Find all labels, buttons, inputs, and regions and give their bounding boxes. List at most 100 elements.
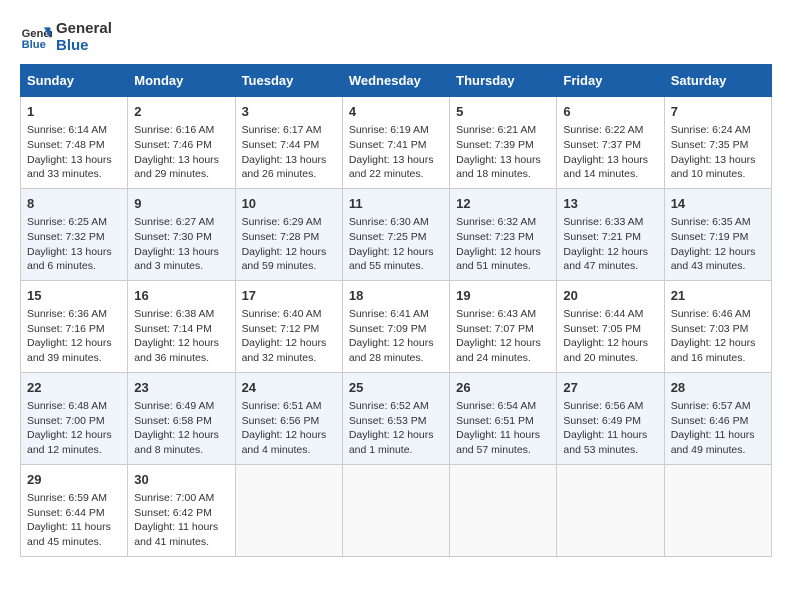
sunset-text: Sunset: 7:37 PM — [563, 139, 641, 151]
daylight-label: Daylight: 12 hours and 39 minutes. — [27, 337, 112, 364]
daylight-label: Daylight: 12 hours and 16 minutes. — [671, 337, 756, 364]
day-number: 28 — [671, 379, 765, 397]
daylight-label: Daylight: 11 hours and 41 minutes. — [134, 521, 218, 548]
daylight-label: Daylight: 12 hours and 43 minutes. — [671, 246, 756, 273]
calendar-cell: 10Sunrise: 6:29 AMSunset: 7:28 PMDayligh… — [235, 188, 342, 280]
day-header-wednesday: Wednesday — [342, 65, 449, 97]
daylight-label: Daylight: 11 hours and 45 minutes. — [27, 521, 111, 548]
calendar-cell — [235, 464, 342, 556]
calendar-cell: 15Sunrise: 6:36 AMSunset: 7:16 PMDayligh… — [21, 280, 128, 372]
sunset-text: Sunset: 6:51 PM — [456, 415, 534, 427]
calendar-cell: 2Sunrise: 6:16 AMSunset: 7:46 PMDaylight… — [128, 97, 235, 189]
calendar-cell: 29Sunrise: 6:59 AMSunset: 6:44 PMDayligh… — [21, 464, 128, 556]
day-number: 10 — [242, 195, 336, 213]
sunrise-text: Sunrise: 6:38 AM — [134, 308, 214, 320]
calendar-cell: 6Sunrise: 6:22 AMSunset: 7:37 PMDaylight… — [557, 97, 664, 189]
calendar-cell — [450, 464, 557, 556]
calendar-cell: 3Sunrise: 6:17 AMSunset: 7:44 PMDaylight… — [235, 97, 342, 189]
day-number: 2 — [134, 103, 228, 121]
sunrise-text: Sunrise: 6:54 AM — [456, 400, 536, 412]
sunrise-text: Sunrise: 6:30 AM — [349, 216, 429, 228]
calendar-cell: 11Sunrise: 6:30 AMSunset: 7:25 PMDayligh… — [342, 188, 449, 280]
calendar-table: SundayMondayTuesdayWednesdayThursdayFrid… — [20, 64, 772, 557]
calendar-cell: 30Sunrise: 7:00 AMSunset: 6:42 PMDayligh… — [128, 464, 235, 556]
day-header-saturday: Saturday — [664, 65, 771, 97]
daylight-label: Daylight: 12 hours and 36 minutes. — [134, 337, 219, 364]
sunset-text: Sunset: 7:41 PM — [349, 139, 427, 151]
calendar-cell: 19Sunrise: 6:43 AMSunset: 7:07 PMDayligh… — [450, 280, 557, 372]
daylight-label: Daylight: 13 hours and 6 minutes. — [27, 246, 112, 273]
day-number: 27 — [563, 379, 657, 397]
sunrise-text: Sunrise: 6:14 AM — [27, 124, 107, 136]
day-number: 26 — [456, 379, 550, 397]
daylight-label: Daylight: 12 hours and 8 minutes. — [134, 429, 219, 456]
sunrise-text: Sunrise: 6:27 AM — [134, 216, 214, 228]
sunset-text: Sunset: 7:07 PM — [456, 323, 534, 335]
sunset-text: Sunset: 6:49 PM — [563, 415, 641, 427]
sunset-text: Sunset: 7:21 PM — [563, 231, 641, 243]
day-number: 8 — [27, 195, 121, 213]
calendar-cell: 26Sunrise: 6:54 AMSunset: 6:51 PMDayligh… — [450, 372, 557, 464]
sunset-text: Sunset: 7:12 PM — [242, 323, 320, 335]
day-header-sunday: Sunday — [21, 65, 128, 97]
sunrise-text: Sunrise: 6:22 AM — [563, 124, 643, 136]
sunrise-text: Sunrise: 7:00 AM — [134, 492, 214, 504]
daylight-label: Daylight: 12 hours and 20 minutes. — [563, 337, 648, 364]
sunrise-text: Sunrise: 6:46 AM — [671, 308, 751, 320]
calendar-cell: 9Sunrise: 6:27 AMSunset: 7:30 PMDaylight… — [128, 188, 235, 280]
sunrise-text: Sunrise: 6:19 AM — [349, 124, 429, 136]
logo-icon: General Blue — [20, 21, 52, 53]
sunrise-text: Sunrise: 6:35 AM — [671, 216, 751, 228]
calendar-cell: 16Sunrise: 6:38 AMSunset: 7:14 PMDayligh… — [128, 280, 235, 372]
calendar-cell: 27Sunrise: 6:56 AMSunset: 6:49 PMDayligh… — [557, 372, 664, 464]
sunset-text: Sunset: 7:39 PM — [456, 139, 534, 151]
calendar-cell: 12Sunrise: 6:32 AMSunset: 7:23 PMDayligh… — [450, 188, 557, 280]
sunset-text: Sunset: 6:58 PM — [134, 415, 212, 427]
sunrise-text: Sunrise: 6:33 AM — [563, 216, 643, 228]
day-number: 7 — [671, 103, 765, 121]
sunset-text: Sunset: 6:46 PM — [671, 415, 749, 427]
sunrise-text: Sunrise: 6:16 AM — [134, 124, 214, 136]
daylight-label: Daylight: 11 hours and 49 minutes. — [671, 429, 755, 456]
sunset-text: Sunset: 7:00 PM — [27, 415, 105, 427]
sunrise-text: Sunrise: 6:49 AM — [134, 400, 214, 412]
daylight-label: Daylight: 12 hours and 59 minutes. — [242, 246, 327, 273]
daylight-label: Daylight: 12 hours and 28 minutes. — [349, 337, 434, 364]
daylight-label: Daylight: 11 hours and 53 minutes. — [563, 429, 647, 456]
sunset-text: Sunset: 7:23 PM — [456, 231, 534, 243]
calendar-cell: 21Sunrise: 6:46 AMSunset: 7:03 PMDayligh… — [664, 280, 771, 372]
sunrise-text: Sunrise: 6:24 AM — [671, 124, 751, 136]
day-number: 25 — [349, 379, 443, 397]
day-header-monday: Monday — [128, 65, 235, 97]
day-number: 13 — [563, 195, 657, 213]
daylight-label: Daylight: 13 hours and 22 minutes. — [349, 154, 434, 181]
daylight-label: Daylight: 12 hours and 32 minutes. — [242, 337, 327, 364]
sunrise-text: Sunrise: 6:36 AM — [27, 308, 107, 320]
day-number: 5 — [456, 103, 550, 121]
day-number: 4 — [349, 103, 443, 121]
daylight-label: Daylight: 12 hours and 12 minutes. — [27, 429, 112, 456]
calendar-cell: 24Sunrise: 6:51 AMSunset: 6:56 PMDayligh… — [235, 372, 342, 464]
sunset-text: Sunset: 7:28 PM — [242, 231, 320, 243]
calendar-cell — [664, 464, 771, 556]
sunset-text: Sunset: 6:53 PM — [349, 415, 427, 427]
day-number: 29 — [27, 471, 121, 489]
day-number: 1 — [27, 103, 121, 121]
sunset-text: Sunset: 7:14 PM — [134, 323, 212, 335]
sunset-text: Sunset: 7:05 PM — [563, 323, 641, 335]
daylight-label: Daylight: 13 hours and 14 minutes. — [563, 154, 648, 181]
calendar-cell: 7Sunrise: 6:24 AMSunset: 7:35 PMDaylight… — [664, 97, 771, 189]
sunset-text: Sunset: 7:46 PM — [134, 139, 212, 151]
calendar-cell: 18Sunrise: 6:41 AMSunset: 7:09 PMDayligh… — [342, 280, 449, 372]
svg-text:Blue: Blue — [22, 39, 46, 51]
calendar-cell: 22Sunrise: 6:48 AMSunset: 7:00 PMDayligh… — [21, 372, 128, 464]
calendar-cell: 20Sunrise: 6:44 AMSunset: 7:05 PMDayligh… — [557, 280, 664, 372]
day-number: 15 — [27, 287, 121, 305]
day-header-tuesday: Tuesday — [235, 65, 342, 97]
sunrise-text: Sunrise: 6:25 AM — [27, 216, 107, 228]
daylight-label: Daylight: 12 hours and 4 minutes. — [242, 429, 327, 456]
logo: General Blue General Blue — [20, 20, 112, 54]
day-number: 11 — [349, 195, 443, 213]
sunset-text: Sunset: 7:09 PM — [349, 323, 427, 335]
day-number: 22 — [27, 379, 121, 397]
